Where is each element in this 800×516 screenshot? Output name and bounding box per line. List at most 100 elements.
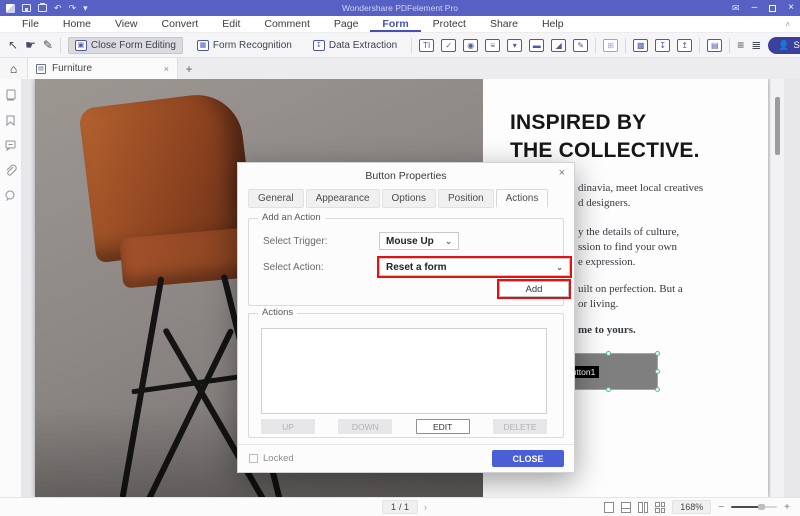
minimize-button[interactable]: –	[752, 3, 758, 13]
selection-handle[interactable]	[655, 369, 660, 374]
distribute-fields-icon[interactable]: ≣	[751, 39, 761, 51]
zoom-slider[interactable]	[731, 504, 778, 510]
menu-page[interactable]: Page	[322, 16, 371, 32]
scrollbar-thumb[interactable]	[775, 97, 780, 155]
close-window-button[interactable]: ×	[788, 3, 794, 13]
next-page-icon[interactable]: ›	[424, 502, 427, 512]
page-total: / 1	[399, 502, 410, 512]
menu-edit[interactable]: Edit	[210, 16, 252, 32]
edit-tool-icon[interactable]: ✎	[43, 39, 53, 51]
redo-icon[interactable]: ↷	[69, 3, 77, 13]
new-tab-button[interactable]: +	[178, 58, 200, 79]
menu-home[interactable]: Home	[51, 16, 103, 32]
edit-button[interactable]: EDIT	[415, 419, 470, 434]
zoom-in-icon[interactable]: +	[784, 502, 790, 513]
up-button[interactable]: UP	[261, 419, 315, 434]
delete-button[interactable]: DELETE	[492, 419, 547, 434]
tab-options[interactable]: Options	[381, 189, 436, 208]
selection-handle[interactable]	[606, 351, 611, 356]
action-value: Reset a form	[386, 261, 447, 273]
push-button-field-icon[interactable]: ▬	[529, 38, 545, 52]
home-tab[interactable]: ⌂	[0, 58, 28, 79]
single-page-view-icon[interactable]	[604, 501, 615, 513]
two-page-view-icon[interactable]	[638, 501, 649, 513]
document-icon: ▤	[36, 63, 46, 74]
select-action-label: Select Action:	[263, 262, 324, 273]
actions-list[interactable]	[261, 328, 547, 414]
menu-comment[interactable]: Comment	[252, 16, 322, 32]
down-button[interactable]: DOWN	[338, 419, 393, 434]
toolbar-separator	[699, 37, 701, 53]
menu-bar: File Home View Convert Edit Comment Page…	[0, 16, 800, 33]
add-button[interactable]: Add	[499, 281, 569, 297]
select-tool-icon[interactable]: ↖	[8, 39, 18, 51]
selection-handle[interactable]	[655, 351, 660, 356]
paragraph-4: me to yours.	[578, 324, 636, 336]
dialog-close-icon[interactable]: ×	[559, 167, 565, 179]
align-fields-icon[interactable]: ≡	[737, 39, 744, 51]
vertical-scrollbar[interactable]	[770, 79, 784, 497]
data-extraction-button[interactable]: ↧ Data Extraction	[306, 37, 404, 54]
signature-field-icon[interactable]: ✎	[573, 38, 589, 52]
page-current: 1	[391, 502, 397, 512]
menu-file[interactable]: File	[10, 16, 51, 32]
close-tab-icon[interactable]: ×	[164, 64, 169, 74]
dialog-tabs: General Appearance Options Position Acti…	[248, 189, 549, 208]
locked-checkbox[interactable]	[249, 454, 258, 463]
highlight-fields-icon[interactable]: ▩	[633, 38, 649, 52]
select-action-dropdown[interactable]: Reset a form ⌄	[379, 258, 570, 276]
grid-view-icon[interactable]	[655, 501, 666, 513]
actions-legend: Actions	[258, 307, 298, 318]
ribbon-collapse-icon[interactable]: ˄	[785, 20, 790, 29]
tab-appearance[interactable]: Appearance	[305, 189, 380, 208]
menu-view[interactable]: View	[103, 16, 150, 32]
hand-tool-icon[interactable]: ☛	[25, 39, 36, 51]
selection-handle[interactable]	[655, 387, 660, 392]
search-panel-icon[interactable]	[4, 189, 17, 202]
select-trigger-dropdown[interactable]: Mouse Up ⌄	[379, 232, 459, 250]
continuous-view-icon[interactable]	[621, 501, 632, 513]
maximize-button[interactable]	[769, 4, 777, 12]
menu-share[interactable]: Share	[478, 16, 530, 32]
menu-form[interactable]: Form	[370, 16, 420, 32]
menu-help[interactable]: Help	[530, 16, 576, 32]
page-indicator[interactable]: 1 / 1	[382, 500, 419, 514]
comments-panel-icon[interactable]	[4, 139, 17, 152]
close-form-editing-button[interactable]: ▣ Close Form Editing	[67, 36, 183, 54]
zoom-level[interactable]: 168%	[672, 500, 712, 514]
checkbox-field-icon[interactable]: ✓	[441, 38, 457, 52]
close-dialog-button[interactable]: CLOSE	[492, 450, 564, 467]
zoom-out-icon[interactable]: −	[718, 502, 724, 513]
import-data-icon[interactable]: ↧	[655, 38, 671, 52]
selection-handle[interactable]	[606, 387, 611, 392]
quick-access-caret-icon[interactable]: ▾	[83, 3, 88, 13]
form-layout-icon[interactable]: ⊞	[603, 38, 619, 52]
undo-icon[interactable]: ↶	[54, 3, 62, 13]
tab-general[interactable]: General	[248, 189, 304, 208]
thumbnails-panel-icon[interactable]	[4, 89, 17, 102]
image-field-icon[interactable]: ◢	[551, 38, 567, 52]
tab-actions[interactable]: Actions	[495, 189, 549, 208]
list-box-field-icon[interactable]: ≡	[485, 38, 501, 52]
radio-button-field-icon[interactable]: ◉	[463, 38, 479, 52]
print-icon[interactable]	[38, 3, 47, 12]
title-bar: ↶ ↷ ▾ Wondershare PDFelement Pro ✉ – ×	[0, 0, 800, 16]
menu-convert[interactable]: Convert	[150, 16, 211, 32]
save-icon[interactable]	[22, 4, 31, 12]
zoom-slider-knob[interactable]	[757, 504, 765, 510]
tab-position[interactable]: Position	[437, 189, 494, 208]
attachments-panel-icon[interactable]	[4, 164, 17, 177]
page-heading: INSPIRED BY THE COLLECTIVE.	[510, 111, 700, 162]
account-button[interactable]: 👤 Shelley	[768, 36, 800, 54]
bookmarks-panel-icon[interactable]	[4, 114, 17, 127]
menu-protect[interactable]: Protect	[421, 16, 478, 32]
form-recognition-button[interactable]: ▦ Form Recognition	[190, 37, 299, 54]
mail-icon[interactable]: ✉	[732, 3, 740, 13]
combo-box-field-icon[interactable]: ▾	[507, 38, 523, 52]
data-extraction-icon: ↧	[312, 39, 325, 51]
template-icon[interactable]: ▤	[707, 38, 723, 52]
export-data-icon[interactable]: ↥	[677, 38, 693, 52]
zoom-slider-fill	[731, 506, 759, 508]
document-tab[interactable]: ▤ Furniture ×	[28, 58, 178, 79]
text-field-icon[interactable]: TI	[419, 38, 435, 52]
